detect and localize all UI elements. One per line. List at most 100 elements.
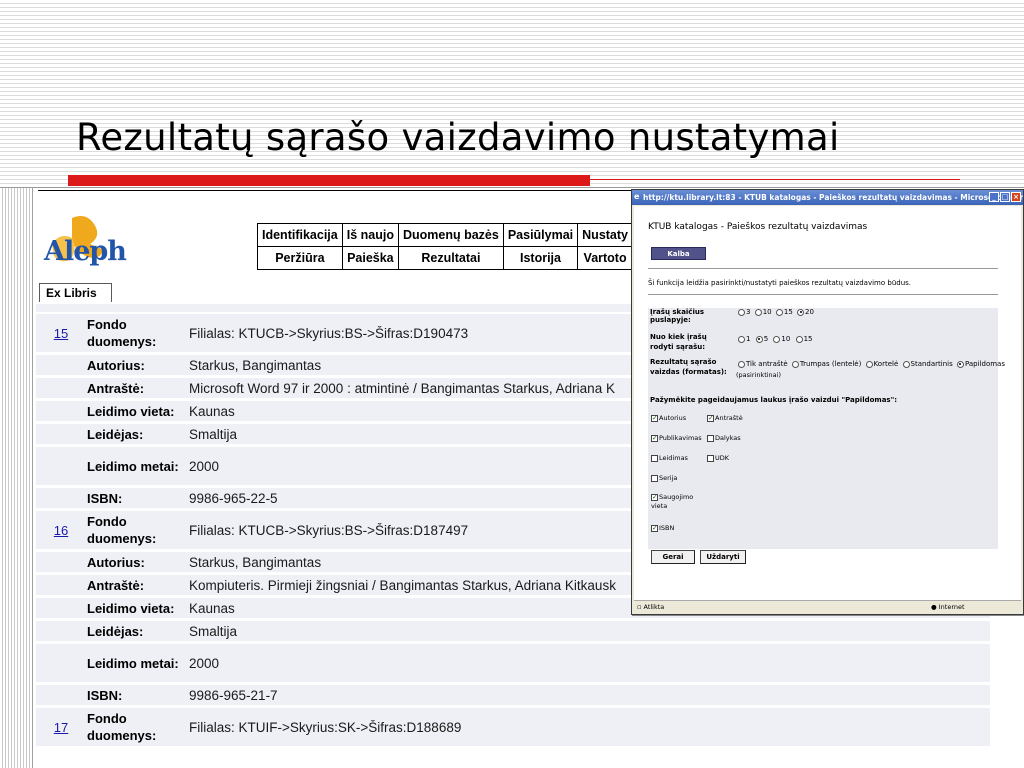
maximize-icon[interactable]: □ <box>1000 192 1010 202</box>
field-label: Antraštė: <box>87 380 145 396</box>
radio-label: 20 <box>805 308 814 316</box>
per-page-radios: 3 10 15 20 <box>738 308 814 316</box>
field-label: Leidėjas: <box>87 426 144 442</box>
field-label: Fondo duomenys: <box>87 514 157 546</box>
checkbox-box[interactable] <box>707 454 714 462</box>
nav-rezultatai[interactable]: Rezultatai <box>397 246 504 270</box>
checkbox-saugojimo-vieta[interactable]: Saugojimo vieta <box>651 493 699 511</box>
field-label: Leidimo metai: <box>87 655 179 671</box>
status-text: Atlikta <box>643 603 665 611</box>
title-underline <box>68 175 590 186</box>
show-from-radio-1[interactable] <box>738 335 745 343</box>
window-controls: _ □ × <box>989 192 1021 202</box>
show-from-radio-15[interactable] <box>795 335 803 343</box>
field-value: 9986-965-21-7 <box>189 687 278 703</box>
field-label: Leidimo vieta: <box>87 600 175 616</box>
table-row: ISBN: 9986-965-21-7 <box>36 685 990 705</box>
nav-paieska[interactable]: Paieška <box>341 246 399 270</box>
field-label: Fondo duomenys: <box>87 317 157 349</box>
checkbox-autorius[interactable]: Autorius <box>651 414 686 422</box>
aleph-logo-text: Aleph <box>44 236 127 267</box>
zone-label: Internet <box>938 603 965 611</box>
field-label: ISBN: <box>87 490 123 506</box>
per-page-radio-3[interactable] <box>738 308 745 316</box>
internet-zone: ● Internet <box>931 603 965 611</box>
nav-istorija[interactable]: Istorija <box>502 246 579 270</box>
checkbox-publikavimas[interactable]: Publikavimas <box>651 434 702 442</box>
field-label: Leidimo metai: <box>87 458 179 474</box>
per-page-radio-20[interactable] <box>797 308 805 316</box>
radio-label: 3 <box>746 308 751 316</box>
close-icon[interactable]: × <box>1011 192 1021 202</box>
table-row: Leidimo metai: 2000 <box>36 644 990 682</box>
format-radio-tik-antraste[interactable] <box>738 360 745 368</box>
format-radio-standartinis[interactable] <box>902 360 910 368</box>
field-value: 2000 <box>189 655 220 671</box>
checkbox-antraste[interactable]: Antraštė <box>707 414 743 422</box>
window-edge <box>0 188 33 768</box>
popup-description: Ši funkcija leidžia pasirinkti/nustatyti… <box>648 279 912 287</box>
checkbox-box[interactable] <box>651 414 658 422</box>
record-number-link[interactable]: 17 <box>36 720 86 735</box>
checkbox-label: Antraštė <box>715 414 743 422</box>
nav-perziura[interactable]: Peržiūra <box>257 246 343 270</box>
globe-icon: ● <box>931 603 937 611</box>
radio-label: Standartinis <box>910 360 953 368</box>
popup-titlebar[interactable]: e http://ktu.library.lt:83 - KTUB katalo… <box>632 190 1023 205</box>
gerai-button[interactable]: Gerai <box>651 550 695 564</box>
nav-identifikacija[interactable]: Identifikacija <box>257 223 343 247</box>
slide-title: Rezultatų sąrašo vaizdavimo nustatymai <box>76 116 840 159</box>
minimize-icon[interactable]: _ <box>989 192 999 202</box>
checkbox-box[interactable] <box>707 414 714 422</box>
nav-pasiulymai[interactable]: Pasiūlymai <box>502 223 579 247</box>
aleph-header: Aleph Ex Libris Identifikacija Iš naujo … <box>38 188 638 304</box>
exlibris-link[interactable]: Ex Libris <box>39 283 112 302</box>
fields-heading: Pažymėkite pageidaujamus laukus įrašo va… <box>650 396 898 404</box>
radio-label: 1 <box>746 335 751 343</box>
table-row: 17 Fondo duomenys: Filialas: KTUIF->Skyr… <box>36 708 990 746</box>
checkbox-box[interactable] <box>651 454 658 462</box>
nav-vartotojas[interactable]: Vartoto <box>577 246 632 270</box>
checkbox-box[interactable] <box>651 474 658 482</box>
per-page-radio-10[interactable] <box>754 308 762 316</box>
record-number-link[interactable]: 16 <box>36 523 86 538</box>
options-panel: Įrašų skaičius puslapyje: 3 10 15 20 Nuo… <box>648 308 1005 549</box>
ie-icon: e <box>634 192 640 201</box>
kalba-button[interactable]: Kalba <box>651 247 706 260</box>
checkbox-box[interactable] <box>651 434 658 442</box>
checkbox-udk[interactable]: UDK <box>707 454 729 462</box>
checkbox-label: Publikavimas <box>659 434 702 442</box>
checkbox-label: Leidimas <box>659 454 688 462</box>
checkbox-box[interactable] <box>651 524 658 532</box>
format-radio-papildomas[interactable] <box>956 360 964 368</box>
checkbox-serija[interactable]: Serija <box>651 474 677 482</box>
checkbox-box[interactable] <box>707 434 714 442</box>
field-value: Smaltija <box>189 623 238 639</box>
record-number-link[interactable]: 15 <box>36 326 86 341</box>
radio-label: 15 <box>803 335 813 343</box>
field-label: Leidimo vieta: <box>87 403 175 419</box>
popup-statusbar: ▫ Atlikta ● Internet <box>634 600 1021 612</box>
checkbox-leidimas[interactable]: Leidimas <box>651 454 688 462</box>
popup-window-title: http://ktu.library.lt:83 - KTUB kataloga… <box>643 193 1023 202</box>
nav-is-naujo[interactable]: Iš naujo <box>341 223 399 247</box>
checkbox-box[interactable] <box>651 493 658 501</box>
nav-nustatymai[interactable]: Nustaty <box>577 223 632 247</box>
checkbox-dalykas[interactable]: Dalykas <box>707 434 741 442</box>
aleph-logo[interactable]: Aleph <box>42 210 127 282</box>
divider <box>648 268 998 269</box>
format-radio-kortele[interactable] <box>865 360 873 368</box>
per-page-radio-15[interactable] <box>775 308 783 316</box>
nav-duomenu-bazes[interactable]: Duomenų bazės <box>397 223 504 247</box>
show-from-radio-5[interactable] <box>755 335 763 343</box>
radio-label: 5 <box>763 335 769 343</box>
show-from-label: Nuo kiek įrašų rodyti sąrašu: <box>650 333 707 351</box>
field-label: Autorius: <box>87 554 145 570</box>
show-from-radio-10[interactable] <box>773 335 781 343</box>
format-radio-trumpas[interactable] <box>791 360 799 368</box>
top-nav: Identifikacija Iš naujo Duomenų bazės Pa… <box>257 223 632 270</box>
format-note: (pasirinktinai) <box>736 371 781 379</box>
page-icon: ▫ <box>637 603 642 611</box>
uzdaryti-button[interactable]: Uždaryti <box>700 550 746 564</box>
checkbox-isbn[interactable]: ISBN <box>651 524 674 532</box>
